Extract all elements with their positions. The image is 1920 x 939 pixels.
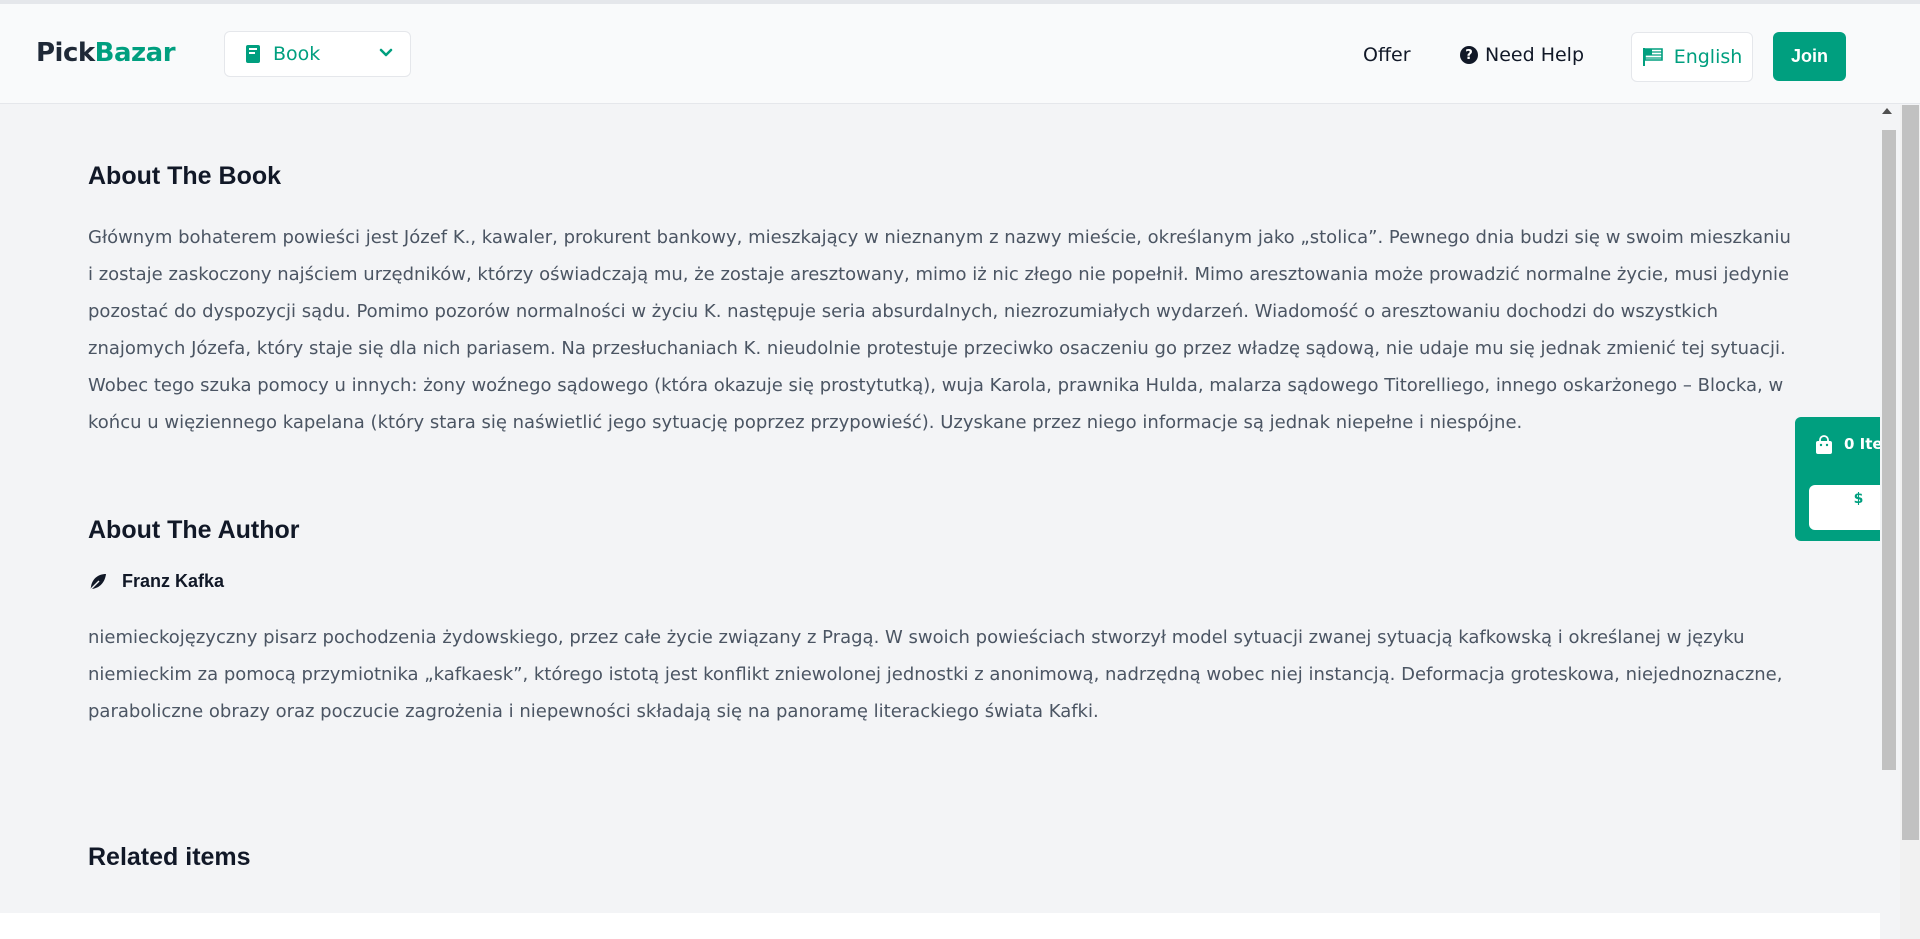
about-author-heading: About The Author: [88, 516, 300, 544]
logo-text-bazar: Bazar: [94, 38, 176, 68]
scroll-up-arrow-icon[interactable]: [1882, 108, 1892, 114]
page-scrollbar-thumb[interactable]: [1902, 105, 1919, 840]
nav-offer-link[interactable]: Offer: [1363, 44, 1411, 66]
site-header: PickBazar Book Offer ? Need Help English…: [0, 4, 1920, 104]
inner-scrollbar-thumb[interactable]: [1882, 130, 1896, 770]
nav-need-help-link[interactable]: ? Need Help: [1460, 44, 1584, 66]
shop-type-label: Book: [273, 43, 321, 65]
feather-icon: [89, 573, 106, 590]
logo-text-pick: Pick: [36, 38, 95, 68]
need-help-label: Need Help: [1485, 44, 1585, 66]
pickbazar-logo[interactable]: PickBazar: [36, 38, 176, 68]
flag-icon: [1642, 48, 1663, 66]
about-book-heading: About The Book: [88, 162, 282, 190]
shop-type-select[interactable]: Book: [224, 31, 411, 77]
language-switcher[interactable]: English: [1631, 32, 1753, 82]
chevron-down-icon: [379, 48, 393, 57]
language-label: English: [1673, 46, 1743, 68]
shopping-bag-icon: [1816, 435, 1832, 454]
about-author-description: niemieckojęzyczny pisarz pochodzenia żyd…: [88, 627, 1783, 722]
author-name-row[interactable]: Franz Kafka: [88, 571, 224, 592]
join-button[interactable]: Join: [1773, 32, 1846, 81]
book-icon: [246, 45, 260, 63]
question-circle-icon: ?: [1460, 46, 1478, 64]
related-items-heading: Related items: [88, 843, 251, 871]
about-book-description: Głównym bohaterem powieści jest Józef K.…: [88, 227, 1791, 433]
author-name: Franz Kafka: [122, 571, 225, 591]
page-bottom-strip: [0, 913, 1880, 939]
